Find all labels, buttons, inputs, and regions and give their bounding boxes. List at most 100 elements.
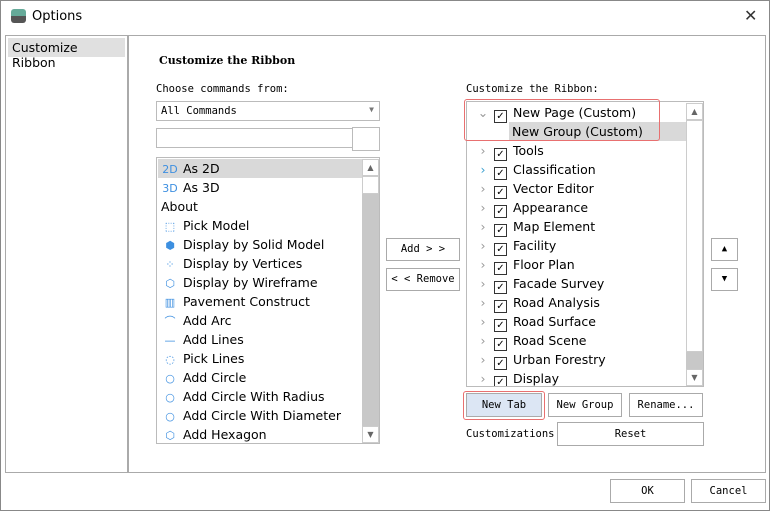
ribbon-item-label: Floor Plan (513, 257, 575, 272)
checkbox[interactable]: ✓ (494, 338, 507, 351)
checkbox[interactable]: ✓ (494, 224, 507, 237)
chevron-right-icon[interactable]: › (474, 293, 492, 312)
move-up-button[interactable]: ▲ (711, 238, 738, 261)
command-icon: ⬢ (165, 239, 175, 252)
command-label: Pick Model (183, 218, 250, 233)
ribbon-tree-item[interactable]: › ✓ Facade Survey (468, 274, 686, 294)
ribbon-item-label: Classification (513, 162, 596, 177)
chevron-right-icon[interactable]: › (474, 198, 492, 217)
remove-button[interactable]: < < Remove (386, 268, 460, 291)
commands-select[interactable]: All Commands ▼ (156, 101, 380, 121)
command-item[interactable]: ⌒ Add Arc (158, 311, 362, 330)
scroll-down-icon[interactable]: ▼ (362, 426, 379, 443)
checkbox[interactable]: ✓ (494, 281, 507, 294)
ribbon-item-label: Facade Survey (513, 276, 605, 291)
chevron-right-icon[interactable]: › (474, 160, 492, 179)
command-label: Display by Solid Model (183, 237, 325, 252)
ribbon-tree-item[interactable]: › ✓ Tools (468, 141, 686, 161)
checkbox[interactable]: ✓ (494, 167, 507, 180)
ribbon-tree-item[interactable]: › ✓ Facility (468, 236, 686, 256)
command-item[interactable]: ⬢ Display by Solid Model (158, 235, 362, 254)
highlight-box (463, 391, 545, 420)
checkbox[interactable]: ✓ (494, 300, 507, 313)
ribbon-item-label: Road Surface (513, 314, 596, 329)
chevron-right-icon[interactable]: › (474, 179, 492, 198)
ribbon-tree-item[interactable]: › ✓ Appearance (468, 198, 686, 218)
scrollbar[interactable]: ▲ ▼ (362, 159, 379, 443)
checkbox[interactable]: ✓ (494, 243, 507, 256)
chevron-right-icon[interactable]: › (474, 331, 492, 350)
checkbox[interactable]: ✓ (494, 205, 507, 218)
scroll-down-icon[interactable]: ▼ (686, 369, 703, 386)
chevron-right-icon[interactable]: › (474, 217, 492, 236)
ribbon-tree-item[interactable]: › ✓ Floor Plan (468, 255, 686, 275)
command-item[interactable]: ○ Add Circle With Diameter (158, 406, 362, 425)
command-item[interactable]: — Add Lines (158, 330, 362, 349)
ribbon-tree-item[interactable]: › ✓ Urban Forestry (468, 350, 686, 370)
checkbox[interactable]: ✓ (494, 148, 507, 161)
checkbox[interactable]: ✓ (494, 357, 507, 370)
command-item[interactable]: ○ Add Circle (158, 368, 362, 387)
sidebar-item-customize-ribbon[interactable]: Customize Ribbon (8, 38, 125, 70)
command-item[interactable]: 2D As 2D (158, 159, 362, 178)
ribbon-tree-item[interactable]: › ✓ Road Analysis (468, 293, 686, 313)
checkbox[interactable]: ✓ (494, 376, 507, 386)
chevron-right-icon[interactable]: › (474, 369, 492, 386)
command-label: Display by Vertices (183, 256, 303, 271)
scrollbar[interactable]: ▲ ▼ (686, 103, 703, 386)
rename-button[interactable]: Rename... (629, 393, 703, 417)
ribbon-tree-item[interactable]: › ✓ Road Scene (468, 331, 686, 351)
command-item[interactable]: ⬡ Add Hexagon (158, 425, 362, 443)
ribbon-item-label: Facility (513, 238, 557, 253)
scroll-up-icon[interactable]: ▲ (686, 103, 703, 120)
commands-list: ⬡ Add Hexagon ○ Add Circle With Diameter ○ Ad… (156, 157, 380, 444)
search-input[interactable] (156, 128, 353, 148)
command-item[interactable]: ▥ Pavement Construct (158, 292, 362, 311)
app-icon (11, 9, 26, 23)
commands-select-value: All Commands (161, 105, 237, 117)
commands-label: Choose commands from: (156, 83, 289, 95)
ribbon-tree-item[interactable]: › ✓ Classification (468, 160, 686, 180)
customizations-label: Customizations: (466, 428, 561, 440)
ok-button[interactable]: OK (610, 479, 685, 503)
command-label: Add Circle (183, 370, 247, 385)
command-item[interactable]: ◌ Pick Lines (158, 349, 362, 368)
move-down-button[interactable]: ▼ (711, 268, 738, 291)
command-icon: ⌒ (164, 315, 176, 328)
chevron-right-icon[interactable]: › (474, 236, 492, 255)
command-icon: ○ (165, 372, 175, 385)
checkbox[interactable]: ✓ (494, 319, 507, 332)
scroll-thumb[interactable] (362, 176, 379, 194)
chevron-right-icon[interactable]: › (474, 141, 492, 160)
command-icon: ⁘ (165, 258, 175, 271)
new-group-button[interactable]: New Group (548, 393, 622, 417)
command-item[interactable]: ⁘ Display by Vertices (158, 254, 362, 273)
chevron-right-icon[interactable]: › (474, 255, 492, 274)
command-item[interactable]: About (158, 197, 362, 216)
scroll-up-icon[interactable]: ▲ (362, 159, 379, 176)
command-item[interactable]: 3D As 3D (158, 178, 362, 197)
cancel-button[interactable]: Cancel (691, 479, 766, 503)
ribbon-tree-item[interactable]: › ✓ Vector Editor (468, 179, 686, 199)
ribbon-tree-item[interactable]: › ✓ Road Surface (468, 312, 686, 332)
chevron-right-icon[interactable]: › (474, 274, 492, 293)
command-icon: ⬡ (165, 429, 175, 442)
command-label: About (161, 199, 198, 214)
command-label: Display by Wireframe (183, 275, 318, 290)
command-item[interactable]: ○ Add Circle With Radius (158, 387, 362, 406)
checkbox[interactable]: ✓ (494, 186, 507, 199)
command-item[interactable]: ⬚ Pick Model (158, 216, 362, 235)
command-item[interactable]: ⬡ Display by Wireframe (158, 273, 362, 292)
scroll-thumb[interactable] (686, 120, 703, 352)
ribbon-item-label: Appearance (513, 200, 589, 215)
add-button[interactable]: Add > > (386, 238, 460, 261)
chevron-right-icon[interactable]: › (474, 350, 492, 369)
close-icon[interactable]: ✕ (744, 6, 757, 25)
search-button[interactable] (352, 127, 380, 151)
chevron-right-icon[interactable]: › (474, 312, 492, 331)
checkbox[interactable]: ✓ (494, 262, 507, 275)
reset-button[interactable]: Reset (557, 422, 704, 446)
ribbon-tree-item[interactable]: › ✓ Map Element (468, 217, 686, 237)
ribbon-tree-item[interactable]: › ✓ Display (468, 369, 686, 386)
command-label: As 2D (183, 161, 220, 176)
